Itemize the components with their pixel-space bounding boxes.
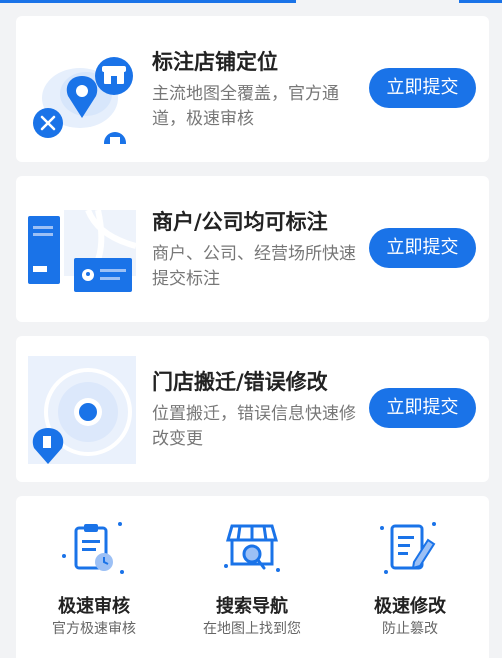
feature-search-navigation[interactable]: 搜索导航 在地图上找到您 <box>182 496 322 646</box>
card-description: 主流地图全覆盖，官方通道，极速审核 <box>152 84 339 129</box>
top-strip-segment <box>0 0 296 3</box>
map-pin-store-icon <box>28 36 136 154</box>
feature-subtitle: 防止篡改 <box>382 621 438 637</box>
submit-button[interactable]: 立即提交 <box>369 228 476 268</box>
card-title: 商户/公司均可标注 <box>152 210 328 234</box>
merchant-card-icon <box>28 196 137 304</box>
feature-title: 搜索导航 <box>216 596 288 617</box>
feature-subtitle: 官方极速审核 <box>52 621 136 637</box>
service-card-store-location: 标注店铺定位 主流地图全覆盖，官方通道，极速审核 立即提交 <box>16 16 489 162</box>
feature-title: 极速修改 <box>374 596 446 617</box>
submit-button[interactable]: 立即提交 <box>369 388 476 428</box>
feature-title: 极速审核 <box>58 596 130 617</box>
clipboard-clock-icon <box>60 518 128 580</box>
store-search-icon <box>218 518 286 580</box>
feature-fast-edit[interactable]: 极速修改 防止篡改 <box>340 496 480 646</box>
card-description: 商户、公司、经营场所快速提交标注 <box>152 244 356 289</box>
submit-button[interactable]: 立即提交 <box>369 68 476 108</box>
card-description: 位置搬迁，错误信息快速修改变更 <box>152 404 356 449</box>
service-card-merchant: 商户/公司均可标注 商户、公司、经营场所快速提交标注 立即提交 <box>16 176 489 322</box>
top-progress-strip <box>0 0 502 4</box>
features-card: 极速审核 官方极速审核 搜索导航 在地图上找到您 极速修改 防止篡改 <box>16 496 489 658</box>
edit-document-icon <box>376 518 444 580</box>
top-strip-segment <box>459 0 502 3</box>
feature-fast-review[interactable]: 极速审核 官方极速审核 <box>24 496 164 646</box>
card-title: 标注店铺定位 <box>152 50 278 74</box>
card-title: 门店搬迁/错误修改 <box>152 370 328 394</box>
relocate-pin-icon <box>28 356 136 464</box>
service-card-relocation: 门店搬迁/错误修改 位置搬迁，错误信息快速修改变更 立即提交 <box>16 336 489 482</box>
feature-subtitle: 在地图上找到您 <box>203 621 301 637</box>
